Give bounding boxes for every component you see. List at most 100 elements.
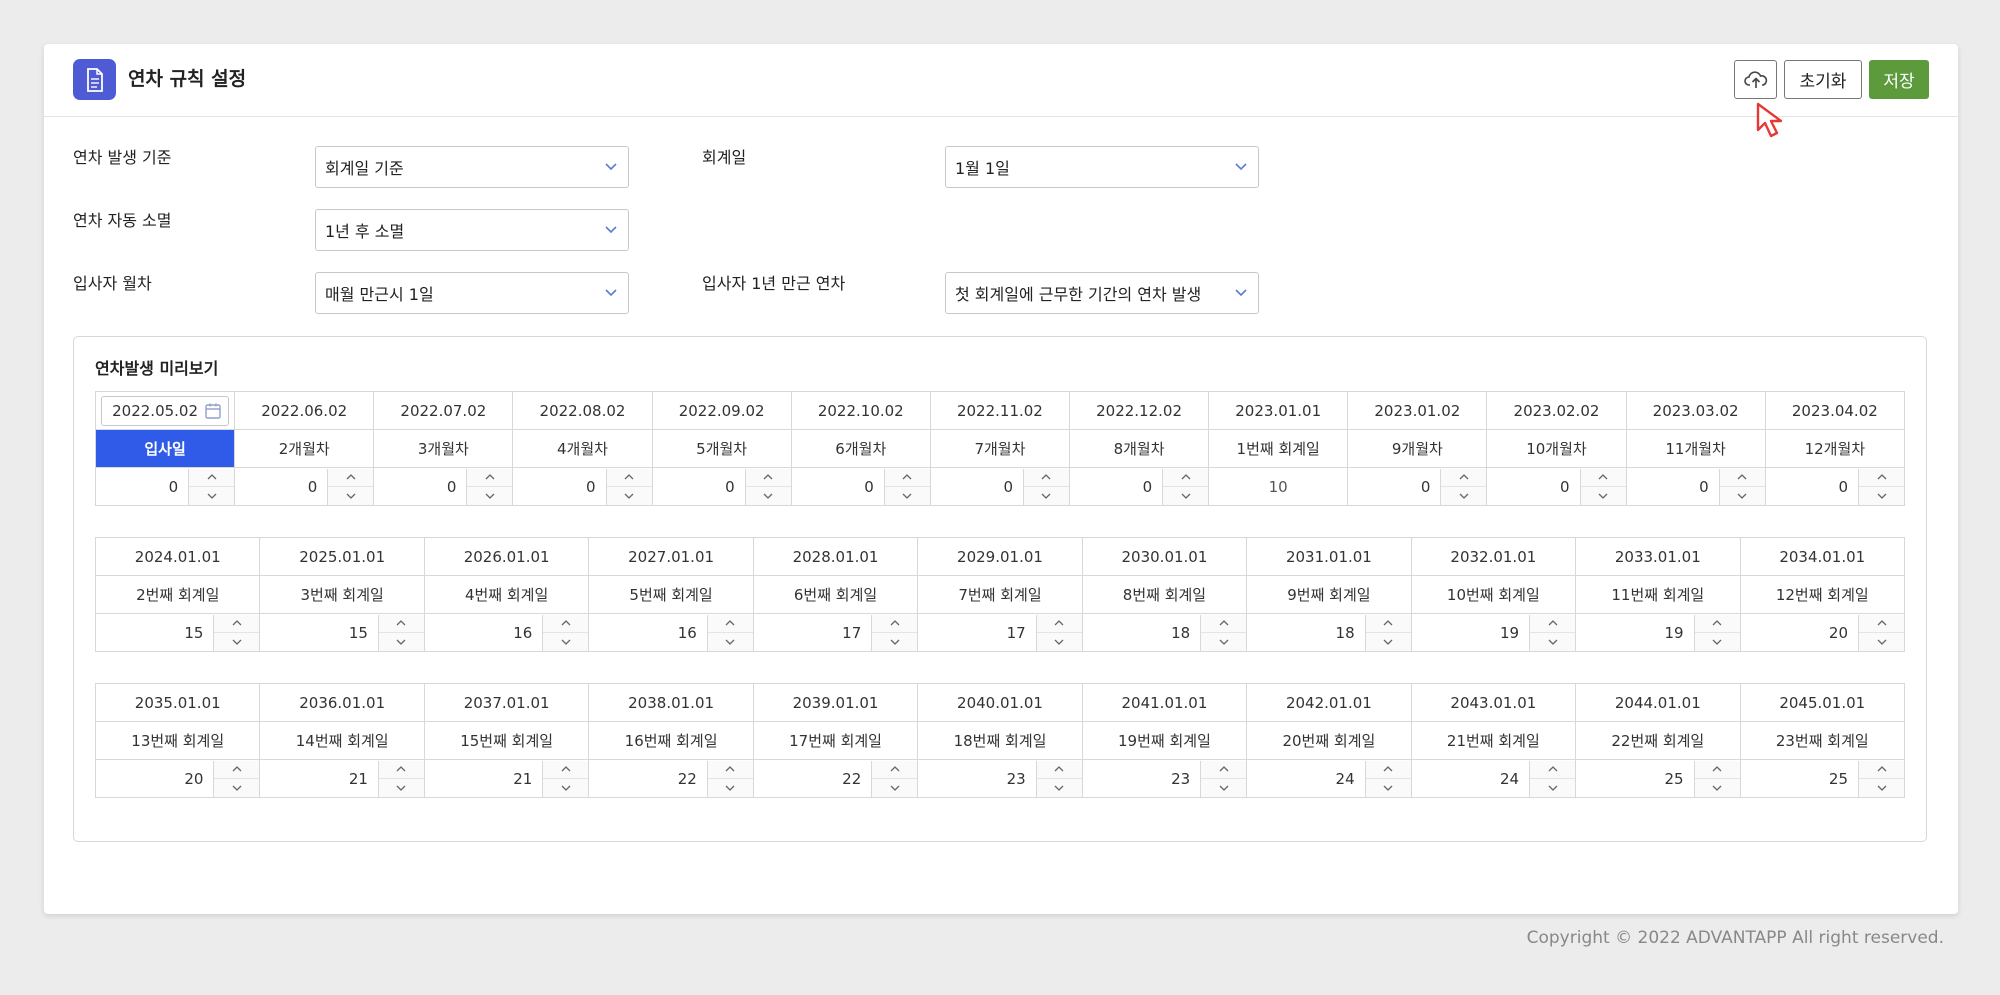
increment-button[interactable] (746, 469, 791, 487)
decrement-button[interactable] (1036, 632, 1082, 651)
increment-button[interactable] (1859, 761, 1904, 779)
save-button[interactable]: 저장 (1869, 60, 1929, 99)
leave-days-input[interactable]: 0 (653, 478, 745, 496)
decrement-button[interactable] (1530, 778, 1576, 797)
decrement-button[interactable] (745, 486, 791, 505)
increment-button[interactable] (1695, 615, 1740, 633)
decrement-button[interactable] (214, 632, 260, 651)
increment-button[interactable] (1163, 469, 1208, 487)
decrement-button[interactable] (1163, 486, 1209, 505)
decrement-button[interactable] (214, 778, 260, 797)
leave-days-input[interactable]: 0 (235, 478, 327, 496)
leave-days-input[interactable]: 0 (1487, 478, 1579, 496)
upload-button[interactable] (1734, 60, 1777, 99)
leave-days-input[interactable]: 15 (260, 624, 377, 642)
leave-days-input[interactable]: 16 (425, 624, 542, 642)
increment-button[interactable] (1441, 469, 1486, 487)
first-year-leave-select[interactable]: 첫 회계일에 근무한 기간의 연차 발생 (945, 272, 1259, 314)
increment-button[interactable] (467, 469, 512, 487)
increment-button[interactable] (872, 615, 917, 633)
leave-days-input[interactable]: 20 (1741, 624, 1858, 642)
decrement-button[interactable] (1201, 632, 1247, 651)
leave-days-input[interactable]: 0 (374, 478, 466, 496)
leave-days-input[interactable]: 19 (1412, 624, 1529, 642)
leave-days-input[interactable]: 0 (1627, 478, 1719, 496)
decrement-button[interactable] (707, 778, 753, 797)
leave-days-input[interactable]: 23 (918, 770, 1035, 788)
leave-days-input[interactable]: 15 (96, 624, 213, 642)
decrement-button[interactable] (1719, 486, 1765, 505)
fiscal-date-select[interactable]: 1월 1일 (945, 146, 1259, 188)
decrement-button[interactable] (189, 486, 235, 505)
decrement-button[interactable] (543, 632, 589, 651)
increment-button[interactable] (1859, 615, 1904, 633)
increment-button[interactable] (543, 615, 588, 633)
increment-button[interactable] (1037, 761, 1082, 779)
leave-days-input[interactable]: 23 (1083, 770, 1200, 788)
decrement-button[interactable] (1201, 778, 1247, 797)
reset-button[interactable]: 초기화 (1784, 60, 1862, 99)
decrement-button[interactable] (872, 778, 918, 797)
leave-days-input[interactable]: 0 (1348, 478, 1440, 496)
increment-button[interactable] (328, 469, 373, 487)
increment-button[interactable] (708, 761, 753, 779)
decrement-button[interactable] (1441, 486, 1487, 505)
increment-button[interactable] (379, 761, 424, 779)
increment-button[interactable] (1366, 761, 1411, 779)
leave-days-input[interactable]: 21 (425, 770, 542, 788)
decrement-button[interactable] (467, 486, 513, 505)
increment-button[interactable] (1037, 615, 1082, 633)
decrement-button[interactable] (1365, 632, 1411, 651)
decrement-button[interactable] (1365, 778, 1411, 797)
auto-expire-select[interactable]: 1년 후 소멸 (315, 209, 629, 251)
increment-button[interactable] (872, 761, 917, 779)
leave-days-input[interactable]: 0 (1766, 478, 1858, 496)
monthly-leave-select[interactable]: 매월 만근시 1일 (315, 272, 629, 314)
decrement-button[interactable] (543, 778, 589, 797)
decrement-button[interactable] (872, 632, 918, 651)
leave-days-input[interactable]: 0 (792, 478, 884, 496)
leave-days-input[interactable]: 16 (589, 624, 706, 642)
leave-days-input[interactable]: 0 (1070, 478, 1162, 496)
decrement-button[interactable] (707, 632, 753, 651)
leave-days-input[interactable]: 0 (96, 478, 188, 496)
leave-days-input[interactable]: 17 (754, 624, 871, 642)
leave-days-input[interactable]: 25 (1576, 770, 1693, 788)
increment-button[interactable] (1859, 469, 1904, 487)
leave-days-input[interactable]: 17 (918, 624, 1035, 642)
increment-button[interactable] (1366, 615, 1411, 633)
leave-days-input[interactable]: 24 (1247, 770, 1364, 788)
leave-days-input[interactable]: 20 (96, 770, 213, 788)
decrement-button[interactable] (1580, 486, 1626, 505)
leave-days-input[interactable]: 24 (1412, 770, 1529, 788)
leave-days-input[interactable]: 22 (754, 770, 871, 788)
decrement-button[interactable] (328, 486, 374, 505)
leave-days-input[interactable]: 0 (931, 478, 1023, 496)
increment-button[interactable] (543, 761, 588, 779)
decrement-button[interactable] (884, 486, 930, 505)
increment-button[interactable] (1530, 615, 1575, 633)
decrement-button[interactable] (1036, 778, 1082, 797)
leave-days-input[interactable]: 18 (1083, 624, 1200, 642)
decrement-button[interactable] (1859, 778, 1904, 797)
decrement-button[interactable] (1694, 778, 1740, 797)
increment-button[interactable] (1201, 615, 1246, 633)
increment-button[interactable] (1695, 761, 1740, 779)
leave-days-input[interactable]: 21 (260, 770, 377, 788)
decrement-button[interactable] (1694, 632, 1740, 651)
accrual-basis-select[interactable]: 회계일 기준 (315, 146, 629, 188)
increment-button[interactable] (885, 469, 930, 487)
increment-button[interactable] (1720, 469, 1765, 487)
decrement-button[interactable] (378, 778, 424, 797)
increment-button[interactable] (1530, 761, 1575, 779)
increment-button[interactable] (214, 761, 259, 779)
decrement-button[interactable] (606, 486, 652, 505)
increment-button[interactable] (214, 615, 259, 633)
leave-days-input[interactable]: 25 (1741, 770, 1858, 788)
increment-button[interactable] (1201, 761, 1246, 779)
increment-button[interactable] (607, 469, 652, 487)
increment-button[interactable] (189, 469, 234, 487)
decrement-button[interactable] (1859, 486, 1904, 505)
increment-button[interactable] (708, 615, 753, 633)
decrement-button[interactable] (378, 632, 424, 651)
